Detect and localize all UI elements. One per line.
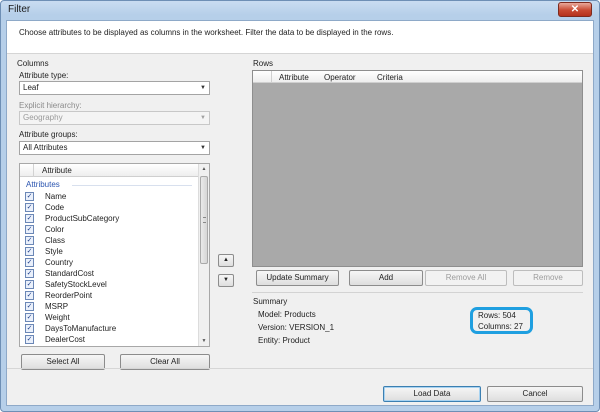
attribute-list[interactable]: Attribute Attributes ✓ Name ✓ Code ✓ Produc… bbox=[19, 163, 210, 347]
list-item[interactable]: ✓ DealerCost bbox=[20, 334, 198, 345]
checkbox[interactable]: ✓ bbox=[25, 192, 34, 201]
list-item[interactable]: ✓ Style bbox=[20, 246, 198, 257]
checkbox[interactable]: ✓ bbox=[25, 313, 34, 322]
list-item[interactable]: ✓ StandardCost bbox=[20, 268, 198, 279]
list-item-label: Country bbox=[45, 258, 74, 267]
list-item-label: MSRP bbox=[45, 302, 69, 311]
summary-version: Version: VERSION_1 bbox=[258, 323, 335, 332]
footer-divider bbox=[7, 368, 593, 369]
list-item[interactable]: ✓ DaysToManufacture bbox=[20, 323, 198, 334]
summary-divider bbox=[252, 292, 583, 293]
list-item[interactable]: ✓ ProductSubCategory bbox=[20, 213, 198, 224]
list-item-label: Name bbox=[45, 192, 67, 201]
move-down-button[interactable]: ▼ bbox=[218, 274, 234, 287]
list-item-label: DealerCost bbox=[45, 335, 86, 344]
attribute-list-header: Attribute bbox=[20, 164, 198, 177]
list-item[interactable]: ✓ ReorderPoint bbox=[20, 290, 198, 301]
checkbox[interactable]: ✓ bbox=[25, 214, 34, 223]
update-summary-button[interactable]: Update Summary bbox=[256, 270, 339, 286]
checkbox[interactable]: ✓ bbox=[25, 225, 34, 234]
list-item[interactable]: ✓ Class bbox=[20, 235, 198, 246]
list-item-label: StandardCost bbox=[45, 269, 94, 278]
summary-row-count: Rows: 504 bbox=[478, 311, 516, 320]
list-item[interactable]: ✓ SafetyStockLevel bbox=[20, 279, 198, 290]
remove-all-button[interactable]: Remove All bbox=[425, 270, 507, 286]
explicit-hierarchy-value: Geography bbox=[23, 113, 63, 122]
checkbox[interactable]: ✓ bbox=[25, 236, 34, 245]
scroll-down-icon[interactable]: ▼ bbox=[199, 336, 209, 346]
list-item-label: ProductSubCategory bbox=[45, 214, 120, 223]
title-bar: Filter ✕ bbox=[1, 1, 599, 19]
chevron-down-icon: ▼ bbox=[200, 145, 206, 151]
summary-column-count: Columns: 27 bbox=[478, 322, 523, 331]
attribute-type-label: Attribute type: bbox=[19, 71, 69, 80]
instruction-text: Choose attributes to be displayed as col… bbox=[19, 28, 394, 37]
list-item-label: SafetyStockLevel bbox=[45, 280, 107, 289]
window-title: Filter bbox=[8, 4, 31, 15]
checkbox[interactable]: ✓ bbox=[25, 324, 34, 333]
chevron-down-icon: ▼ bbox=[200, 85, 206, 91]
explicit-hierarchy-select: Geography ▼ bbox=[19, 111, 210, 125]
move-up-button[interactable]: ▲ bbox=[218, 254, 234, 267]
list-item[interactable]: ✓ Weight bbox=[20, 312, 198, 323]
chevron-down-icon: ▼ bbox=[200, 115, 206, 121]
attribute-type-select[interactable]: Leaf ▼ bbox=[19, 81, 210, 95]
criteria-column-header[interactable]: Criteria bbox=[377, 73, 403, 82]
checkbox[interactable]: ✓ bbox=[25, 302, 34, 311]
operator-column-header[interactable]: Operator bbox=[324, 73, 356, 82]
list-item-label: ReorderPoint bbox=[45, 291, 93, 300]
remove-button[interactable]: Remove bbox=[513, 270, 583, 286]
attribute-groups-value: All Attributes bbox=[23, 143, 68, 152]
list-item-label: Class bbox=[45, 236, 66, 245]
list-item[interactable]: ✓ Name bbox=[20, 191, 198, 202]
filter-dialog: Filter ✕ Choose attributes to be display… bbox=[0, 0, 600, 412]
list-item[interactable]: ✓ Code bbox=[20, 202, 198, 213]
list-item-label: Weight bbox=[45, 313, 70, 322]
list-item-label: DaysToManufacture bbox=[45, 324, 117, 333]
summary-entity: Entity: Product bbox=[258, 336, 311, 345]
rows-grid-header: Attribute Operator Criteria bbox=[253, 71, 582, 83]
attribute-groups-label: Attribute groups: bbox=[19, 130, 78, 139]
columns-section-label: Columns bbox=[17, 59, 49, 68]
list-item[interactable]: ✓ Color bbox=[20, 224, 198, 235]
list-item-label: Code bbox=[45, 203, 65, 212]
list-item-label: Style bbox=[45, 247, 63, 256]
column-divider bbox=[33, 164, 34, 177]
add-button[interactable]: Add bbox=[349, 270, 423, 286]
attribute-groups-select[interactable]: All Attributes ▼ bbox=[19, 141, 210, 155]
checkbox[interactable]: ✓ bbox=[25, 269, 34, 278]
checkbox[interactable]: ✓ bbox=[25, 203, 34, 212]
list-item-label: Color bbox=[45, 225, 65, 234]
list-item[interactable]: ✓ Country bbox=[20, 257, 198, 268]
instruction-banner: Choose attributes to be displayed as col… bbox=[7, 21, 593, 54]
row-selector-header bbox=[253, 71, 272, 83]
checkbox[interactable]: ✓ bbox=[25, 258, 34, 267]
rows-filter-grid[interactable]: Attribute Operator Criteria bbox=[252, 70, 583, 267]
close-button[interactable]: ✕ bbox=[558, 2, 592, 17]
scrollbar-thumb[interactable] bbox=[200, 176, 208, 264]
attribute-type-value: Leaf bbox=[23, 83, 39, 92]
checkbox[interactable]: ✓ bbox=[25, 335, 34, 344]
checkbox[interactable]: ✓ bbox=[25, 280, 34, 289]
attribute-group-title: Attributes bbox=[26, 180, 60, 189]
explicit-hierarchy-label: Explicit hierarchy: bbox=[19, 101, 82, 110]
summary-section-label: Summary bbox=[253, 297, 288, 306]
checkbox[interactable]: ✓ bbox=[25, 247, 34, 256]
dialog-client-area: Choose attributes to be displayed as col… bbox=[6, 20, 594, 406]
checkbox[interactable]: ✓ bbox=[25, 291, 34, 300]
scroll-up-icon[interactable]: ▲ bbox=[199, 164, 209, 174]
rows-section-label: Rows bbox=[253, 59, 274, 68]
list-item[interactable]: ✓ MSRP bbox=[20, 301, 198, 312]
attribute-column-header[interactable]: Attribute bbox=[279, 73, 309, 82]
grip-icon bbox=[203, 217, 206, 223]
attribute-column-header[interactable]: Attribute bbox=[42, 166, 72, 175]
group-divider bbox=[72, 185, 192, 186]
cancel-button[interactable]: Cancel bbox=[487, 386, 583, 402]
summary-model: Model: Products bbox=[258, 310, 316, 319]
list-scrollbar[interactable]: ▲ ▼ bbox=[198, 164, 209, 346]
load-data-button[interactable]: Load Data bbox=[383, 386, 481, 402]
